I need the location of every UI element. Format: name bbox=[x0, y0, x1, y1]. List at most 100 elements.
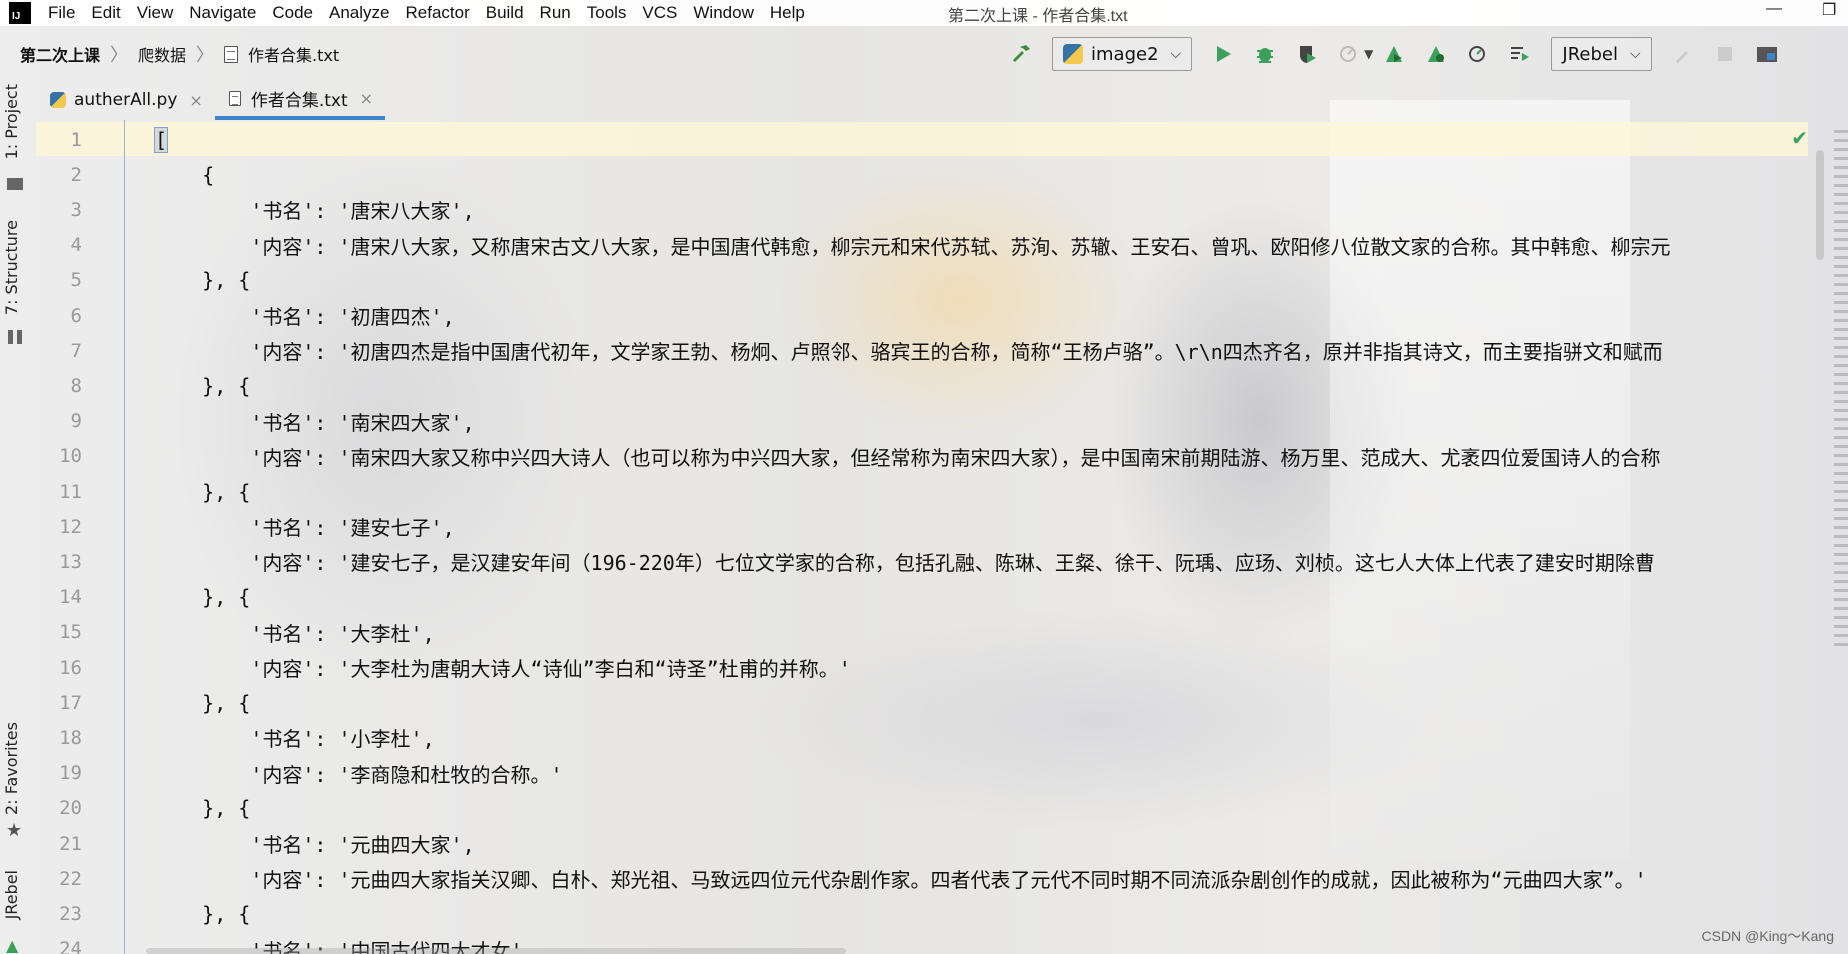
wrench-icon bbox=[1675, 51, 1688, 63]
line-number[interactable]: 16 bbox=[36, 657, 82, 679]
menu-window[interactable]: Window bbox=[685, 3, 761, 23]
jrebel-run-button[interactable] bbox=[1380, 40, 1408, 68]
menu-edit[interactable]: Edit bbox=[83, 3, 128, 23]
line-number[interactable]: 9 bbox=[36, 410, 82, 432]
code-line[interactable]: 20 }, { bbox=[36, 791, 1808, 826]
menu-help[interactable]: Help bbox=[762, 3, 813, 23]
menu-view[interactable]: View bbox=[129, 3, 182, 23]
line-number[interactable]: 7 bbox=[36, 340, 82, 362]
line-number[interactable]: 18 bbox=[36, 727, 82, 749]
attach-button[interactable] bbox=[1464, 40, 1492, 68]
code-line[interactable]: 9 '书名': '南宋四大家', bbox=[36, 404, 1808, 439]
intellij-logo-icon: IJ bbox=[6, 0, 34, 27]
vertical-scrollbar[interactable] bbox=[1816, 150, 1824, 260]
run-button[interactable] bbox=[1209, 40, 1237, 68]
jrebel-debug-button[interactable] bbox=[1422, 40, 1450, 68]
maximize-button[interactable]: ❐ bbox=[1822, 0, 1836, 20]
code-text: '内容': '大李杜为唐朝大诗人“诗仙”李白和“诗圣”杜甫的并称。' bbox=[154, 657, 851, 681]
code-line[interactable]: 14 }, { bbox=[36, 580, 1808, 615]
menu-refactor[interactable]: Refactor bbox=[397, 3, 477, 23]
line-number[interactable]: 24 bbox=[36, 938, 82, 954]
run-configuration-select[interactable]: image2 ⌵ bbox=[1052, 37, 1193, 71]
minimize-button[interactable]: — bbox=[1766, 0, 1782, 18]
editor-tabs: autherAll.py × 作者合集.txt × bbox=[36, 80, 386, 120]
menu-navigate[interactable]: Navigate bbox=[181, 3, 264, 23]
line-number[interactable]: 10 bbox=[36, 445, 82, 467]
error-stripe[interactable] bbox=[1834, 130, 1848, 650]
line-number[interactable]: 19 bbox=[36, 762, 82, 784]
build-hammer-icon[interactable] bbox=[1007, 40, 1035, 68]
line-number[interactable]: 17 bbox=[36, 692, 82, 714]
line-number[interactable]: 5 bbox=[36, 269, 82, 291]
code-line[interactable]: 2 { bbox=[36, 157, 1808, 192]
code-line[interactable]: 8 }, { bbox=[36, 368, 1808, 403]
code-line[interactable]: 15 '书名': '大李杜', bbox=[36, 615, 1808, 650]
chevron-down-icon[interactable]: ▼ bbox=[1364, 47, 1373, 61]
code-line[interactable]: 23 }, { bbox=[36, 896, 1808, 931]
line-number[interactable]: 14 bbox=[36, 586, 82, 608]
menu-tools[interactable]: Tools bbox=[579, 3, 635, 23]
code-line[interactable]: 17 }, { bbox=[36, 685, 1808, 720]
code-text: }, { bbox=[154, 479, 251, 504]
code-line[interactable]: 18 '书名': '小李杜', bbox=[36, 720, 1808, 755]
menu-analyze[interactable]: Analyze bbox=[321, 3, 397, 23]
line-number[interactable]: 2 bbox=[36, 164, 82, 186]
horizontal-scrollbar[interactable] bbox=[146, 948, 846, 954]
tab-authors-txt[interactable]: 作者合集.txt × bbox=[214, 80, 386, 120]
code-editor[interactable]: 1[2 {3 '书名': '唐宋八大家', 4 '内容': '唐宋八大家，又称唐宋… bbox=[36, 120, 1848, 954]
tool-tab-project[interactable]: 1: Project bbox=[2, 84, 21, 159]
line-number[interactable]: 1 bbox=[36, 129, 82, 151]
close-icon[interactable]: × bbox=[189, 91, 202, 110]
code-line[interactable]: 6 '书名': '初唐四杰', bbox=[36, 298, 1808, 333]
code-line[interactable]: 4 '内容': '唐宋八大家，又称唐宋古文八大家，是中国唐代韩愈，柳宗元和宋代苏… bbox=[36, 228, 1808, 263]
edit-config-button[interactable] bbox=[1669, 40, 1697, 68]
code-line[interactable]: 11 }, { bbox=[36, 474, 1808, 509]
code-line[interactable]: 10 '内容': '南宋四大家又称中兴四大诗人（也可以称为中兴四大家，但经常称为… bbox=[36, 439, 1808, 474]
line-number[interactable]: 15 bbox=[36, 621, 82, 643]
line-number[interactable]: 23 bbox=[36, 903, 82, 925]
code-line[interactable]: 22 '内容': '元曲四大家指关汉卿、白朴、郑光祖、马致远四位元代杂剧作家。四… bbox=[36, 861, 1808, 896]
stop-button[interactable] bbox=[1711, 40, 1739, 68]
breadcrumb-project[interactable]: 第二次上课 bbox=[20, 42, 100, 66]
menu-build[interactable]: Build bbox=[478, 3, 532, 23]
line-number[interactable]: 12 bbox=[36, 516, 82, 538]
menu-code[interactable]: Code bbox=[264, 3, 321, 23]
code-line[interactable]: 7 '内容': '初唐四杰是指中国唐代初年，文学家王勃、杨炯、卢照邻、骆宾王的合… bbox=[36, 333, 1808, 368]
line-number[interactable]: 21 bbox=[36, 833, 82, 855]
debug-button[interactable] bbox=[1251, 40, 1279, 68]
code-line[interactable]: 19 '内容': '李商隐和杜牧的合称。' bbox=[36, 756, 1808, 791]
jrebel-select[interactable]: JRebel ⌵ bbox=[1551, 37, 1652, 71]
tool-tab-favorites[interactable]: 2: Favorites bbox=[2, 722, 21, 815]
coverage-button[interactable] bbox=[1293, 40, 1321, 68]
project-structure-button[interactable] bbox=[1753, 40, 1781, 68]
tool-tab-jrebel[interactable]: JRebel bbox=[2, 870, 21, 919]
inspection-ok-icon[interactable]: ✔ bbox=[1791, 126, 1808, 150]
code-line[interactable]: 13 '内容': '建安七子，是汉建安年间（196-220年）七位文学家的合称，… bbox=[36, 544, 1808, 579]
code-line[interactable]: 21 '书名': '元曲四大家', bbox=[36, 826, 1808, 861]
line-number[interactable]: 20 bbox=[36, 797, 82, 819]
tool-tab-structure[interactable]: 7: Structure bbox=[2, 220, 21, 315]
line-number[interactable]: 6 bbox=[36, 305, 82, 327]
line-number[interactable]: 13 bbox=[36, 551, 82, 573]
code-line[interactable]: 3 '书名': '唐宋八大家', bbox=[36, 192, 1808, 227]
tab-autherall-py[interactable]: autherAll.py × bbox=[36, 80, 215, 120]
line-number[interactable]: 4 bbox=[36, 234, 82, 256]
run-list-button[interactable] bbox=[1506, 40, 1534, 68]
line-number[interactable]: 11 bbox=[36, 481, 82, 503]
menu-file[interactable]: File bbox=[40, 3, 83, 23]
close-icon[interactable]: × bbox=[360, 89, 373, 108]
code-line[interactable]: 16 '内容': '大李杜为唐朝大诗人“诗仙”李白和“诗圣”杜甫的并称。' bbox=[36, 650, 1808, 685]
breadcrumb-folder[interactable]: 爬数据 bbox=[138, 42, 186, 66]
breadcrumb-file[interactable]: 作者合集.txt bbox=[248, 42, 339, 66]
stop-icon bbox=[1717, 47, 1732, 61]
line-number[interactable]: 3 bbox=[36, 199, 82, 221]
line-number[interactable]: 22 bbox=[36, 868, 82, 890]
code-line[interactable]: 12 '书名': '建安七子', bbox=[36, 509, 1808, 544]
profile-button[interactable] bbox=[1335, 40, 1363, 68]
code-line[interactable]: 5 }, { bbox=[36, 263, 1808, 298]
line-number[interactable]: 8 bbox=[36, 375, 82, 397]
menu-run[interactable]: Run bbox=[532, 3, 579, 23]
code-line[interactable]: 1[ bbox=[36, 122, 1808, 157]
breadcrumb-separator-icon: 〉 bbox=[196, 45, 215, 66]
menu-vcs[interactable]: VCS bbox=[634, 3, 685, 23]
